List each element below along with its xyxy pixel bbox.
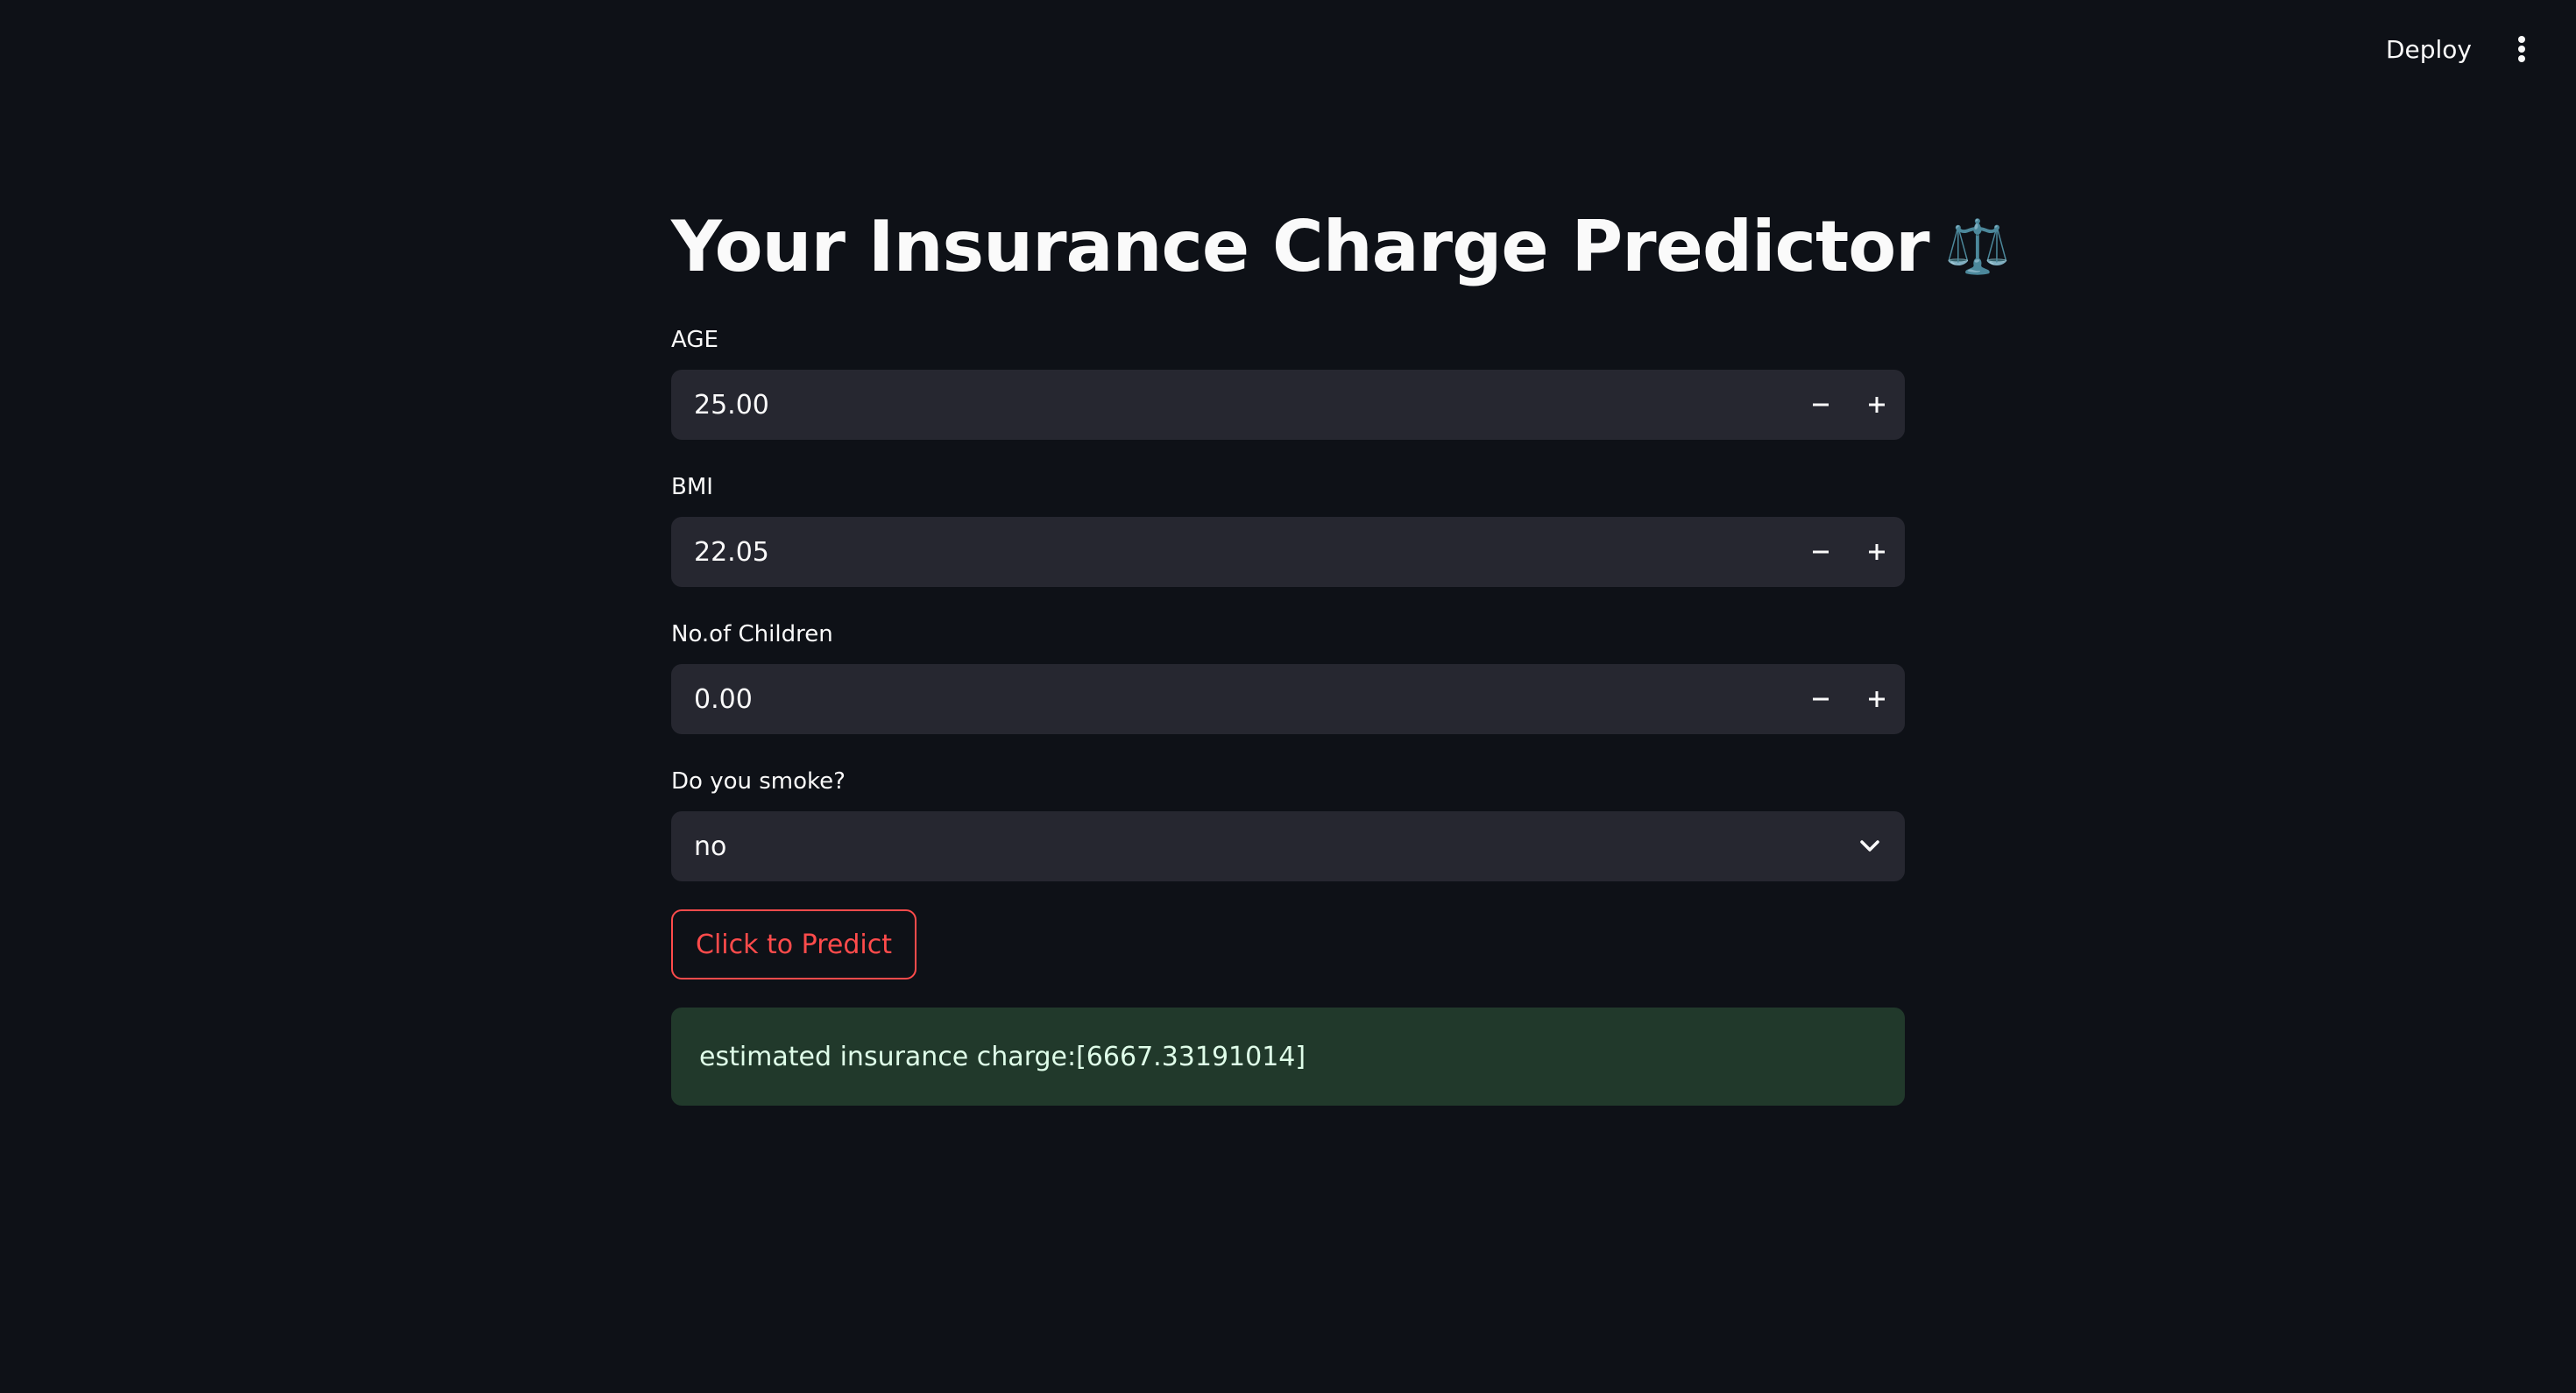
predict-button[interactable]: Click to Predict (671, 909, 917, 979)
children-decrement-button[interactable] (1793, 664, 1849, 734)
age-label: AGE (671, 327, 718, 353)
page-title: Your Insurance Charge Predictor ⚖️ (671, 194, 2011, 300)
minus-icon (1813, 550, 1829, 554)
children-input[interactable] (671, 663, 1793, 735)
smoker-selected-value: no (694, 831, 727, 862)
age-decrement-button[interactable] (1793, 370, 1849, 440)
deploy-button[interactable]: Deploy (2372, 28, 2486, 70)
result-text: estimated insurance charge:[6667.3319101… (699, 1041, 1306, 1072)
smoker-select[interactable]: no (671, 811, 1905, 881)
page-title-text: Your Insurance Charge Predictor (671, 206, 1930, 287)
smoker-label: Do you smoke? (671, 768, 846, 795)
age-input[interactable] (671, 369, 1793, 441)
plus-icon (1869, 397, 1885, 413)
chevron-down-icon (1835, 811, 1905, 881)
balance-scale-icon: ⚖️ (1944, 216, 2011, 278)
minus-icon (1813, 403, 1829, 407)
plus-icon (1869, 691, 1885, 707)
app-header: Deploy (0, 0, 2576, 98)
result-alert: estimated insurance charge:[6667.3319101… (671, 1008, 1905, 1106)
children-increment-button[interactable] (1849, 664, 1905, 734)
age-increment-button[interactable] (1849, 370, 1905, 440)
minus-icon (1813, 697, 1829, 701)
bmi-input[interactable] (671, 516, 1793, 588)
bmi-number-input (671, 516, 1905, 588)
children-label: No.of Children (671, 621, 833, 647)
main-menu-button[interactable] (2499, 26, 2544, 72)
vertical-dots-icon (2518, 36, 2525, 62)
children-number-input (671, 663, 1905, 735)
bmi-decrement-button[interactable] (1793, 517, 1849, 587)
bmi-label: BMI (671, 474, 713, 500)
age-number-input (671, 369, 1905, 441)
plus-icon (1869, 544, 1885, 560)
bmi-increment-button[interactable] (1849, 517, 1905, 587)
